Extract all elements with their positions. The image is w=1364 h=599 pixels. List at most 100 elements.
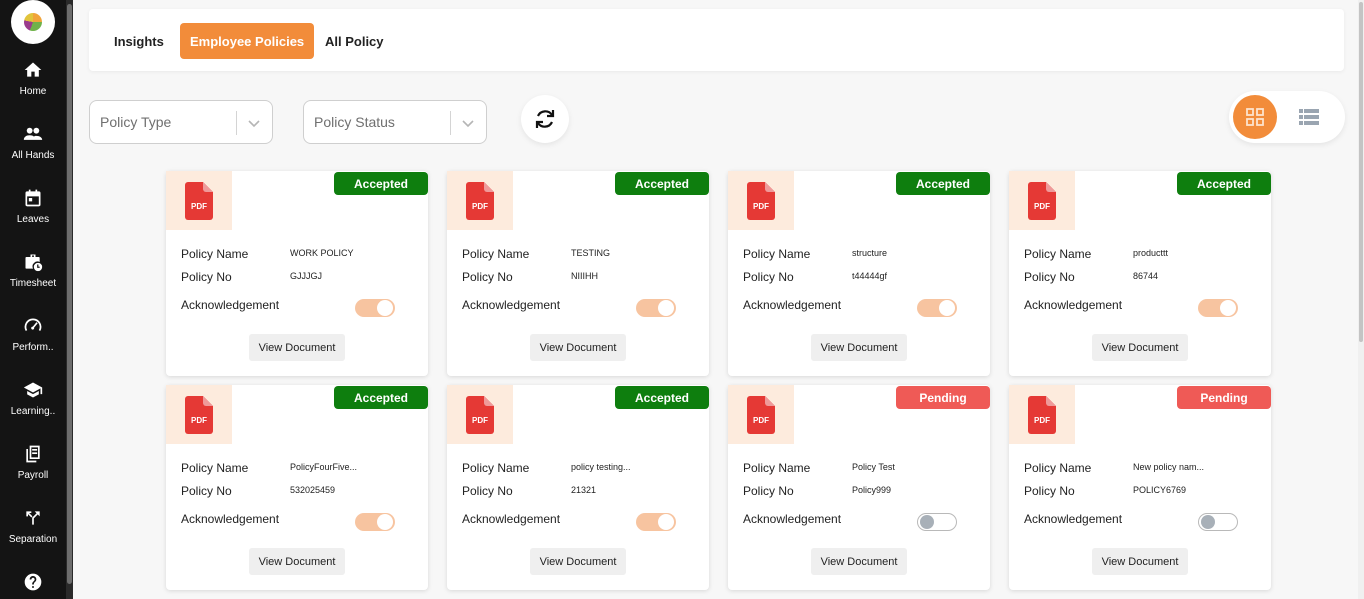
- sidebar-item-label: Payroll: [17, 470, 49, 481]
- refresh-icon: [535, 110, 555, 128]
- page-scrollbar[interactable]: [1358, 0, 1364, 599]
- policy-card: PDF Pending Policy Name New policy nam... Po…: [1009, 385, 1271, 590]
- tab-insights[interactable]: Insights: [104, 23, 174, 59]
- sidebar-scrollbar-thumb[interactable]: [67, 4, 72, 584]
- acknowledgement-toggle[interactable]: [636, 299, 676, 317]
- pdf-icon-box: PDF: [447, 385, 513, 444]
- sidebar-item-timesheet[interactable]: Timesheet: [0, 252, 66, 308]
- pdf-file-icon: PDF: [466, 181, 494, 220]
- sidebar-item-learning[interactable]: Learning..: [0, 380, 66, 436]
- home-icon: [24, 62, 42, 77]
- policy-name-label: Policy Name: [1024, 461, 1092, 475]
- company-logo[interactable]: [11, 0, 55, 44]
- sidebar: Home All Hands Leaves Timesheet Perform.…: [0, 0, 66, 599]
- pdf-file-label: PDF: [753, 416, 769, 425]
- policy-name-label: Policy Name: [743, 247, 811, 261]
- pdf-file-label: PDF: [472, 202, 488, 211]
- view-document-button[interactable]: View Document: [811, 548, 907, 575]
- policy-no-label: Policy No: [462, 484, 513, 498]
- grid-view-button[interactable]: [1233, 95, 1277, 139]
- briefcase-clock-icon: [25, 254, 43, 272]
- pdf-icon-box: PDF: [1009, 171, 1075, 230]
- pdf-file-icon: PDF: [466, 395, 494, 434]
- policy-no-label: Policy No: [743, 484, 794, 498]
- policy-no-value: 21321: [571, 485, 597, 495]
- tab-employee-policies[interactable]: Employee Policies: [180, 23, 315, 59]
- policy-name-value: structure: [852, 248, 888, 258]
- pdf-file-icon: PDF: [185, 181, 213, 220]
- tab-all-policy[interactable]: All Policy: [315, 23, 394, 59]
- view-document-button[interactable]: View Document: [1092, 334, 1188, 361]
- pdf-file-label: PDF: [472, 416, 488, 425]
- policy-card: PDF Accepted Policy Name WORK POLICY Policy …: [166, 171, 428, 376]
- policy-name-label: Policy Name: [181, 461, 249, 475]
- sidebar-item-label: Leaves: [16, 214, 50, 225]
- sidebar-item-payroll[interactable]: Payroll: [0, 444, 66, 500]
- view-document-button[interactable]: View Document: [249, 548, 345, 575]
- main-content: Insights Employee Policies All Policy Po…: [73, 0, 1364, 599]
- pdf-icon-box: PDF: [166, 171, 232, 230]
- pdf-file-label: PDF: [1034, 416, 1050, 425]
- policy-name-value: TESTING: [571, 248, 611, 258]
- toggle-knob: [939, 300, 955, 316]
- chevron-down-icon[interactable]: [246, 115, 262, 131]
- sidebar-item-label: All Hands: [11, 150, 55, 161]
- policy-no-value: POLICY6769: [1133, 485, 1187, 495]
- sidebar-item-help[interactable]: [0, 572, 66, 599]
- pdf-file-icon: PDF: [747, 181, 775, 220]
- pdf-file-icon: PDF: [185, 395, 213, 434]
- policy-type-select[interactable]: Policy Type: [89, 100, 273, 144]
- status-badge: Accepted: [334, 386, 428, 409]
- policy-name-label: Policy Name: [181, 247, 249, 261]
- pdf-file-label: PDF: [191, 202, 207, 211]
- acknowledgement-toggle[interactable]: [636, 513, 676, 531]
- status-badge: Accepted: [334, 172, 428, 195]
- acknowledgement-toggle[interactable]: [355, 513, 395, 531]
- speedometer-icon: [24, 318, 42, 331]
- sidebar-item-separation[interactable]: Separation: [0, 508, 66, 564]
- policy-name-label: Policy Name: [462, 461, 530, 475]
- policy-name-value: policy testing...: [571, 462, 631, 472]
- policy-no-label: Policy No: [1024, 484, 1075, 498]
- acknowledgement-toggle[interactable]: [917, 299, 957, 317]
- policy-no-value: 532025459: [290, 485, 336, 495]
- pdf-icon-box: PDF: [166, 385, 232, 444]
- sidebar-scrollbar[interactable]: [66, 0, 73, 599]
- list-view-button[interactable]: [1295, 103, 1323, 131]
- acknowledgement-toggle[interactable]: [355, 299, 395, 317]
- view-document-button[interactable]: View Document: [1092, 548, 1188, 575]
- view-document-button[interactable]: View Document: [530, 334, 626, 361]
- acknowledgement-toggle[interactable]: [1198, 299, 1238, 317]
- policy-card: PDF Accepted Policy Name PolicyFourFive... P…: [166, 385, 428, 590]
- view-document-button[interactable]: View Document: [811, 334, 907, 361]
- sidebar-item-performance[interactable]: Perform..: [0, 316, 66, 372]
- acknowledgement-toggle[interactable]: [917, 513, 957, 531]
- page-scrollbar-thumb[interactable]: [1359, 2, 1363, 342]
- toggle-knob: [377, 514, 393, 530]
- status-badge: Accepted: [1177, 172, 1271, 195]
- view-document-button[interactable]: View Document: [249, 334, 345, 361]
- sidebar-item-leaves[interactable]: Leaves: [0, 188, 66, 244]
- policy-card: PDF Accepted Policy Name TESTING Policy No NI…: [447, 171, 709, 376]
- policy-status-placeholder: Policy Status: [314, 114, 395, 130]
- acknowledgement-toggle[interactable]: [1198, 513, 1238, 531]
- sidebar-item-all-hands[interactable]: All Hands: [0, 124, 66, 180]
- acknowledgement-label: Acknowledgement: [1024, 512, 1123, 526]
- view-document-button[interactable]: View Document: [530, 548, 626, 575]
- status-badge: Pending: [896, 386, 990, 409]
- toggle-knob: [658, 514, 674, 530]
- policy-name-label: Policy Name: [462, 247, 530, 261]
- pdf-file-label: PDF: [191, 416, 207, 425]
- sidebar-item-home[interactable]: Home: [0, 60, 66, 116]
- chevron-down-icon[interactable]: [460, 115, 476, 131]
- acknowledgement-label: Acknowledgement: [462, 512, 561, 526]
- split-arrow-icon: [26, 511, 40, 525]
- policy-name-value: PolicyFourFive...: [290, 462, 358, 472]
- refresh-button[interactable]: [521, 95, 569, 143]
- sidebar-item-label: Separation: [8, 534, 58, 545]
- sidebar-item-label: Home: [19, 86, 47, 97]
- policy-status-select[interactable]: Policy Status: [303, 100, 487, 144]
- select-separator: [236, 111, 237, 135]
- status-badge: Accepted: [615, 172, 709, 195]
- sidebar-item-label: Perform..: [12, 342, 54, 353]
